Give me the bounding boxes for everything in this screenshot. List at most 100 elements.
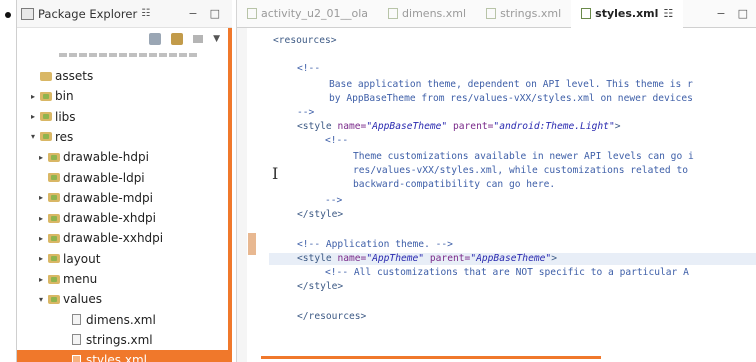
- code-line: by AppBaseTheme from res/values-vXX/styl…: [329, 93, 693, 104]
- code-token: name=: [337, 121, 367, 132]
- tree-item-folder[interactable]: ▸ libs: [17, 107, 229, 127]
- code-line: <style name="AppBaseTheme" parent="andro…: [297, 120, 621, 134]
- code-line: <style name="AppTheme" parent="AppBaseTh…: [297, 252, 557, 266]
- chevron-right-icon[interactable]: ▸: [37, 234, 45, 243]
- tree-item-label: styles.xml: [86, 353, 147, 362]
- folder-icon: [48, 294, 60, 304]
- folder-icon: [40, 132, 52, 142]
- tree-item-folder[interactable]: assets: [17, 66, 229, 86]
- tree-item-file[interactable]: styles.xml: [17, 350, 229, 362]
- tab-styles[interactable]: styles.xml ☷: [571, 0, 684, 28]
- chevron-right-icon[interactable]: ▸: [37, 254, 45, 263]
- tree-item-folder[interactable]: drawable-ldpi: [17, 168, 229, 188]
- tree-item-folder[interactable]: ▸ drawable-mdpi: [17, 188, 229, 208]
- code-line: <!-- All customizations that are NOT spe…: [325, 267, 689, 278]
- xml-file-icon: [388, 8, 399, 19]
- code-token: <style: [297, 121, 338, 132]
- tab-menu-icon[interactable]: ☷: [663, 7, 673, 20]
- tree-item-folder[interactable]: ▾ res: [17, 127, 229, 147]
- tab-activity[interactable]: activity_u2_01__ola: [237, 0, 378, 28]
- tree-item-folder[interactable]: ▸ drawable-hdpi: [17, 147, 229, 167]
- tree-item-folder[interactable]: ▸ drawable-xhdpi: [17, 208, 229, 228]
- chevron-right-icon[interactable]: ▸: [37, 275, 45, 284]
- folder-icon: [48, 193, 60, 203]
- text-cursor-icon: I: [272, 164, 279, 183]
- tree-item-label: drawable-hdpi: [63, 150, 149, 165]
- chevron-right-icon[interactable]: ▸: [37, 214, 45, 223]
- code-line: <resources>: [273, 35, 337, 46]
- xml-file-icon: [247, 8, 257, 19]
- panel-edge-highlight: [228, 28, 232, 362]
- code-line: Theme customizations available in newer …: [353, 151, 694, 162]
- tree-item-label: libs: [55, 109, 76, 124]
- collapse-all-icon[interactable]: [149, 33, 162, 45]
- code-line: -->: [325, 195, 343, 206]
- xml-file-icon: [581, 8, 592, 19]
- xml-file-icon: [72, 354, 81, 362]
- tree-item-label: layout: [63, 251, 101, 266]
- tree-item-folder[interactable]: ▸ bin: [17, 86, 229, 106]
- code-token: parent=: [447, 121, 494, 132]
- editor-bottom-highlight: [261, 356, 601, 359]
- list-bullet: [5, 12, 11, 18]
- folder-icon: [40, 112, 52, 122]
- tab-strings[interactable]: strings.xml: [476, 0, 571, 28]
- code-token: "AppBaseTheme": [366, 121, 448, 132]
- tree-item-folder[interactable]: ▸ layout: [17, 249, 229, 269]
- tree-item-folder[interactable]: ▸ drawable-xxhdpi: [17, 228, 229, 248]
- view-menu-chevron-down-icon[interactable]: ▼: [213, 34, 220, 44]
- tree-item-file[interactable]: dimens.xml: [17, 310, 229, 330]
- tree-item-file[interactable]: strings.xml: [17, 330, 229, 350]
- tree-item-label: bin: [55, 89, 74, 104]
- chevron-right-icon[interactable]: ▸: [29, 92, 37, 101]
- editor-minimize-button[interactable]: −: [716, 7, 725, 20]
- tab-dimens[interactable]: dimens.xml: [378, 0, 476, 28]
- chevron-right-icon[interactable]: ▸: [37, 193, 45, 202]
- code-token: "AppBaseTheme": [470, 253, 552, 264]
- tab-label: styles.xml: [595, 7, 659, 20]
- tab-label: activity_u2_01__ola: [261, 7, 369, 20]
- tab-label: strings.xml: [500, 7, 562, 20]
- folder-icon: [40, 91, 52, 101]
- folder-icon: [40, 71, 52, 81]
- code-line: backward-compatibility can go here.: [353, 179, 556, 190]
- view-menu-icon[interactable]: ☷: [141, 8, 150, 19]
- chevron-down-icon[interactable]: ▾: [37, 295, 45, 304]
- tree-item-label: values: [63, 292, 103, 307]
- folder-icon: [48, 173, 60, 182]
- maximize-button[interactable]: □: [210, 7, 220, 20]
- code-token: parent=: [424, 253, 471, 264]
- xml-editor: activity_u2_01__ola dimens.xml strings.x…: [236, 0, 756, 362]
- tree-item-label: strings.xml: [86, 332, 153, 347]
- minimize-button[interactable]: −: [188, 7, 197, 20]
- folder-icon: [48, 254, 60, 264]
- code-token: "AppTheme": [366, 253, 425, 264]
- code-line: <!--: [297, 63, 321, 74]
- code-line: <!-- Application theme. -->: [297, 239, 453, 250]
- chevron-right-icon[interactable]: ▸: [37, 153, 45, 162]
- link-with-editor-icon[interactable]: [171, 33, 184, 45]
- filter-icon[interactable]: [193, 35, 204, 43]
- editor-maximize-button[interactable]: □: [738, 7, 748, 20]
- package-explorer-title[interactable]: Package Explorer: [38, 7, 137, 21]
- package-explorer-header: Package Explorer ☷ − □: [17, 0, 232, 28]
- tab-label: dimens.xml: [402, 7, 467, 20]
- tree-item-folder[interactable]: ▾ values: [17, 289, 229, 309]
- change-marker: [248, 233, 256, 255]
- editor-tab-bar: activity_u2_01__ola dimens.xml strings.x…: [237, 0, 756, 28]
- tree-item-label: drawable-ldpi: [63, 170, 145, 185]
- tree-item-label: drawable-xxhdpi: [63, 231, 164, 246]
- code-line: </style>: [297, 281, 344, 292]
- code-token: name=: [337, 253, 367, 264]
- chevron-right-icon[interactable]: ▸: [29, 112, 37, 121]
- code-token: >: [551, 253, 557, 264]
- tree-item-label: drawable-xhdpi: [63, 211, 157, 226]
- chevron-down-icon[interactable]: ▾: [29, 132, 37, 141]
- tree-item-label: dimens.xml: [86, 312, 156, 327]
- xml-file-icon: [72, 334, 81, 346]
- code-line: Base application theme, dependent on API…: [329, 79, 693, 90]
- package-explorer-icon: [21, 7, 34, 20]
- tree-item-folder[interactable]: ▸ menu: [17, 269, 229, 289]
- xml-file-icon: [486, 8, 497, 19]
- code-line: res/values-vXX/styles.xml, while customi…: [353, 165, 689, 176]
